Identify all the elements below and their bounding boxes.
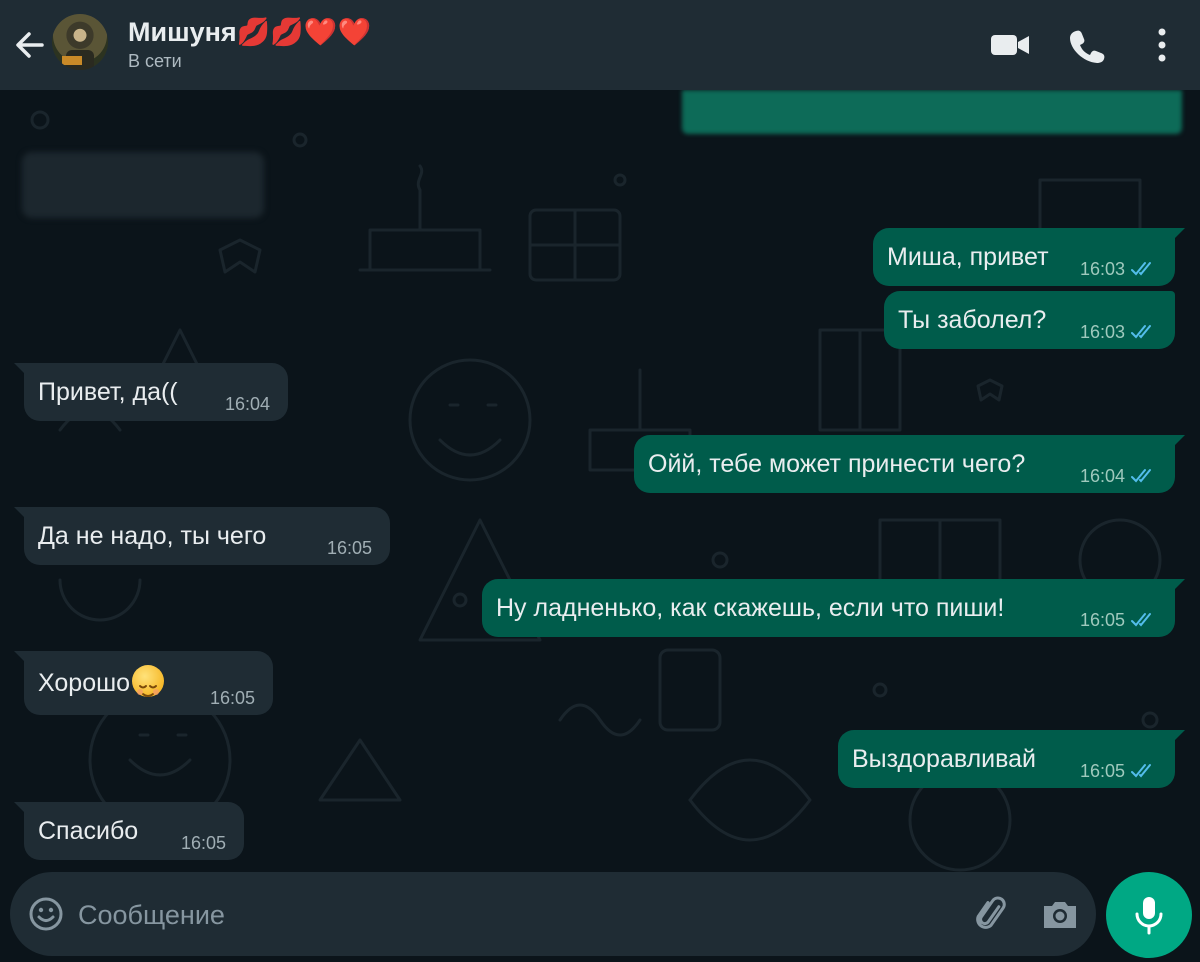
message-bubble-in[interactable]: Хорошо 16:05	[14, 651, 273, 715]
message-bubble-in[interactable]: Спасибо 16:05	[14, 802, 244, 860]
bubble-tail	[14, 507, 28, 521]
message-text: Да не надо, ты чего	[38, 522, 267, 550]
contact-name[interactable]: Мишуня💋💋❤️❤️	[128, 16, 371, 48]
message-time: 16:05	[180, 833, 226, 853]
message-composer	[10, 872, 1096, 956]
message-text: Миша, привет	[887, 243, 1049, 271]
bubble-tail	[14, 363, 28, 377]
bubble-tail	[14, 651, 28, 665]
message-time: 16:05	[326, 538, 372, 558]
read-ticks-icon	[1131, 469, 1151, 483]
attach-paperclip-icon	[976, 896, 1006, 929]
contact-status: В сети	[128, 51, 182, 71]
voice-call-button[interactable]	[1064, 25, 1108, 65]
message-time: 16:04	[224, 394, 270, 414]
message-bubble-in[interactable]: Привет, да(( 16:04	[14, 363, 288, 421]
blurred-message-out	[682, 90, 1182, 134]
message-time: 16:05	[1079, 761, 1125, 781]
chat-header: Мишуня💋💋❤️❤️ В сети	[0, 0, 1200, 90]
message-bubble-out[interactable]: Ойй, тебе может принести чего? 16:04	[634, 435, 1185, 493]
emoji-button[interactable]	[28, 896, 64, 932]
message-text: Выздоравливай	[852, 745, 1036, 773]
phone-call-icon	[1070, 30, 1105, 63]
video-call-button[interactable]	[988, 25, 1032, 65]
bubble-tail	[1171, 579, 1185, 593]
microphone-icon	[1135, 897, 1163, 935]
message-text: Ты заболел?	[898, 306, 1047, 334]
message-text: Ойй, тебе может принести чего?	[648, 450, 1026, 478]
message-bubble-in[interactable]: Да не надо, ты чего 16:05	[14, 507, 390, 565]
more-vertical-icon	[1158, 28, 1166, 62]
message-bubble-out[interactable]: Ты заболел? 16:03	[884, 291, 1175, 349]
back-button[interactable]	[10, 25, 50, 65]
emoji-icon	[29, 897, 63, 931]
more-options-button[interactable]	[1140, 25, 1184, 65]
contact-avatar[interactable]	[52, 14, 108, 70]
message-bubble-out[interactable]: Ну ладненько, как скажешь, если что пиши…	[482, 579, 1185, 637]
arrow-left-icon	[16, 32, 44, 58]
read-ticks-icon	[1131, 613, 1151, 627]
message-list[interactable]: Миша, привет 16:03 Ты заболел? 16:03 При…	[0, 64, 1200, 875]
message-time: 16:03	[1079, 322, 1125, 342]
video-call-icon	[991, 35, 1029, 55]
voice-record-button[interactable]	[1106, 872, 1192, 958]
message-time: 16:04	[1079, 466, 1125, 486]
message-input[interactable]	[76, 892, 940, 938]
bubble-tail	[1171, 730, 1185, 744]
message-time: 16:05	[209, 688, 255, 708]
bubble-tail	[14, 802, 28, 816]
message-text: Ну ладненько, как скажешь, если что пиши…	[496, 594, 1005, 622]
message-text: Привет, да((	[38, 378, 178, 406]
camera-button[interactable]	[1040, 894, 1080, 934]
attach-button[interactable]	[972, 894, 1012, 934]
read-ticks-icon	[1131, 764, 1151, 778]
message-time: 16:03	[1079, 259, 1125, 279]
message-bubble-out[interactable]: Миша, привет 16:03	[873, 228, 1185, 286]
read-ticks-icon	[1131, 262, 1151, 276]
camera-icon	[1044, 902, 1076, 928]
avatar-sign	[62, 56, 82, 65]
bubble-tail	[1171, 228, 1185, 242]
bubble-tail	[1171, 435, 1185, 449]
read-ticks-icon	[1131, 325, 1151, 339]
message-time: 16:05	[1079, 610, 1125, 630]
message-bubble-out[interactable]: Выздоравливай 16:05	[838, 730, 1185, 788]
message-text: Спасибо	[38, 817, 139, 845]
blurred-message-in	[22, 152, 264, 218]
relieved-face-emoji	[132, 665, 165, 698]
message-text: Хорошо	[38, 669, 131, 697]
